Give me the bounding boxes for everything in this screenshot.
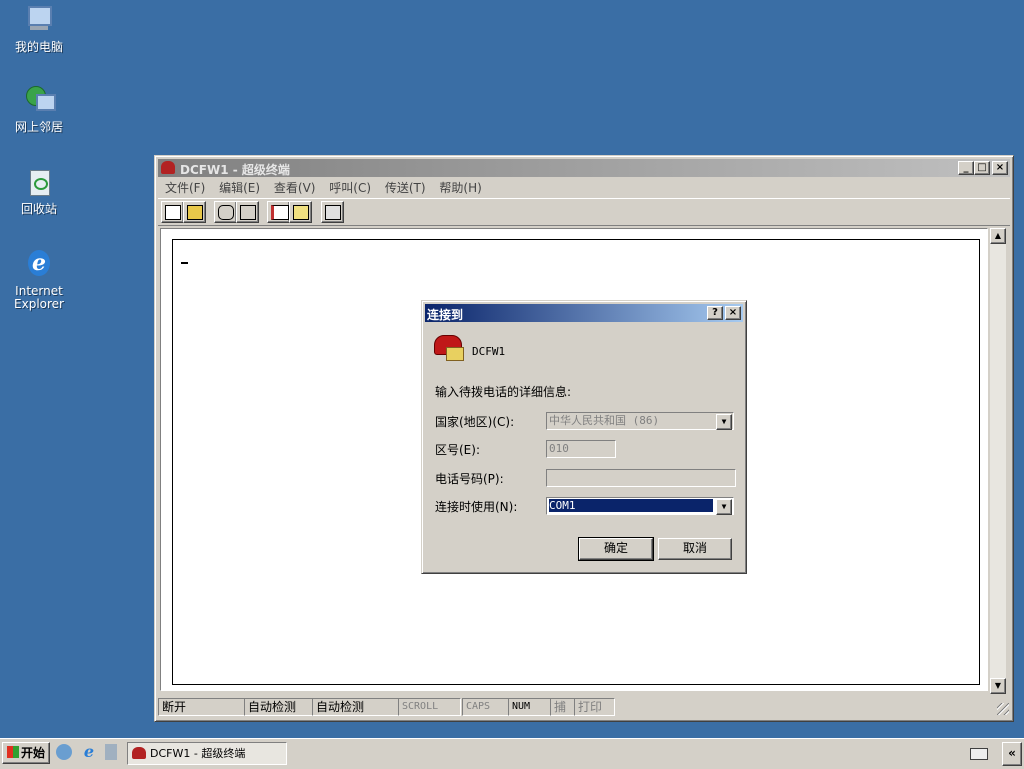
status-bar: 断开 自动检测 自动检测 SCROLL CAPS NUM 捕 打印 <box>158 697 1010 716</box>
chevron-down-icon: ▼ <box>721 502 727 511</box>
open-button[interactable] <box>183 201 206 223</box>
menu-edit[interactable]: 编辑(E) <box>219 181 260 195</box>
send-file-icon <box>271 205 289 220</box>
close-button[interactable]: × <box>992 161 1008 175</box>
desktop-icon-label: Internet Explorer <box>14 284 64 311</box>
connect-using-dropdown-button[interactable]: ▼ <box>716 499 732 515</box>
status-capture: 捕 <box>550 698 575 716</box>
country-select[interactable]: 中华人民共和国 (86) ▼ <box>546 412 734 430</box>
maximize-icon: □ <box>977 162 987 173</box>
help-button[interactable]: ? <box>707 306 723 320</box>
phone-icon <box>218 205 234 220</box>
menu-bar: 文件(F) 编辑(E) 查看(V) 呼叫(C) 传送(T) 帮助(H) <box>160 179 487 196</box>
country-value: 中华人民共和国 (86) <box>549 414 660 427</box>
send-button[interactable] <box>267 201 290 223</box>
arrow-down-icon: ▼ <box>994 681 1002 690</box>
taskbar-button-hyperterminal[interactable]: DCFW1 - 超级终端 <box>127 742 287 765</box>
desktop-icon-internet-explorer[interactable]: e Internet Explorer <box>8 248 70 311</box>
resize-grip[interactable] <box>997 703 1009 715</box>
chevron-down-icon: ▼ <box>721 417 727 426</box>
status-num: NUM <box>508 698 551 716</box>
status-detect-2: 自动检测 <box>312 698 399 716</box>
ok-button[interactable]: 确定 <box>578 537 654 561</box>
connect-using-label: 连接时使用(N): <box>435 500 518 514</box>
connection-phone-icon <box>434 333 464 361</box>
start-label: 开始 <box>21 746 46 760</box>
show-desktop-icon[interactable] <box>56 744 72 760</box>
status-caps: CAPS <box>462 698 509 716</box>
arrow-up-icon: ▲ <box>994 231 1002 240</box>
status-detect-1: 自动检测 <box>244 698 313 716</box>
call-button[interactable] <box>214 201 237 223</box>
desktop-icon-recycle-bin[interactable]: 回收站 <box>8 166 70 216</box>
question-icon: ? <box>712 307 718 318</box>
hyperterminal-app-icon <box>161 161 175 174</box>
connection-name: DCFW1 <box>472 345 506 358</box>
system-tray <box>964 742 996 764</box>
open-folder-icon <box>187 205 203 220</box>
connect-using-value: COM1 <box>548 498 714 513</box>
network-icon <box>22 84 56 118</box>
new-button[interactable] <box>161 201 184 223</box>
desktop-icon-label: 网上邻居 <box>14 120 63 134</box>
dialog-close-button[interactable]: × <box>725 306 741 320</box>
properties-icon <box>325 205 341 220</box>
minimize-button[interactable]: _ <box>958 161 974 175</box>
server-manager-icon[interactable] <box>105 744 117 760</box>
disconnect-button[interactable] <box>236 201 259 223</box>
maximize-button[interactable]: □ <box>974 161 990 175</box>
receive-button[interactable] <box>289 201 312 223</box>
window-titlebar[interactable]: DCFW1 - 超级终端 _ □ × <box>158 159 1010 177</box>
computer-icon <box>22 4 56 38</box>
dialog-titlebar[interactable]: 连接到 ? × <box>425 304 743 322</box>
desktop-icon-label: 我的电脑 <box>14 40 63 54</box>
taskbar-button-label: DCFW1 - 超级终端 <box>150 747 246 760</box>
taskbar: 开始 e DCFW1 - 超级终端 « <box>0 738 1024 769</box>
hangup-icon <box>240 205 256 220</box>
connect-using-select[interactable]: COM1 ▼ <box>546 497 734 515</box>
internet-explorer-quicklaunch-icon[interactable]: e <box>81 744 97 760</box>
connect-to-dialog: 连接到 ? × DCFW1 输入待拨电话的详细信息: 国家(地区)(C): 中华… <box>421 300 747 574</box>
minimize-icon: _ <box>963 162 969 173</box>
menu-file[interactable]: 文件(F) <box>165 181 205 195</box>
properties-button[interactable] <box>321 201 344 223</box>
area-code-label: 区号(E): <box>435 443 480 457</box>
new-document-icon <box>165 205 181 220</box>
country-label: 国家(地区)(C): <box>435 415 515 429</box>
menu-call[interactable]: 呼叫(C) <box>329 181 371 195</box>
close-icon: × <box>995 162 1005 173</box>
cancel-button[interactable]: 取消 <box>658 538 732 560</box>
keyboard-icon[interactable] <box>970 748 988 760</box>
hyperterminal-task-icon <box>132 747 146 759</box>
area-code-input[interactable]: 010 <box>546 440 616 458</box>
vertical-scrollbar[interactable]: ▲ ▼ <box>990 228 1006 694</box>
desktop-icon-label: 回收站 <box>20 202 57 216</box>
recycle-bin-icon <box>22 166 56 200</box>
menu-help[interactable]: 帮助(H) <box>439 181 481 195</box>
status-scroll: SCROLL <box>398 698 461 716</box>
window-title: DCFW1 - 超级终端 <box>180 163 290 177</box>
terminal-cursor <box>181 262 188 264</box>
start-button[interactable]: 开始 <box>2 742 50 764</box>
close-icon: × <box>728 307 738 318</box>
status-connection: 断开 <box>158 698 245 716</box>
menu-transfer[interactable]: 传送(T) <box>385 181 426 195</box>
menu-view[interactable]: 查看(V) <box>274 181 316 195</box>
desktop-icon-network[interactable]: 网上邻居 <box>8 84 70 134</box>
scroll-down-button[interactable]: ▼ <box>990 678 1006 694</box>
internet-explorer-icon: e <box>22 248 56 282</box>
scroll-up-button[interactable]: ▲ <box>990 228 1006 244</box>
country-dropdown-button[interactable]: ▼ <box>716 414 732 430</box>
toolbar <box>158 198 1010 226</box>
status-print: 打印 <box>574 698 615 716</box>
tray-expand-button[interactable]: « <box>1002 742 1022 766</box>
phone-number-input[interactable] <box>546 469 736 487</box>
phone-number-label: 电话号码(P): <box>435 472 504 486</box>
receive-file-icon <box>293 205 309 220</box>
desktop-icon-my-computer[interactable]: 我的电脑 <box>8 4 70 54</box>
windows-logo-icon <box>7 746 19 758</box>
dialog-prompt: 输入待拨电话的详细信息: <box>435 385 572 399</box>
dialog-title: 连接到 <box>427 308 464 322</box>
